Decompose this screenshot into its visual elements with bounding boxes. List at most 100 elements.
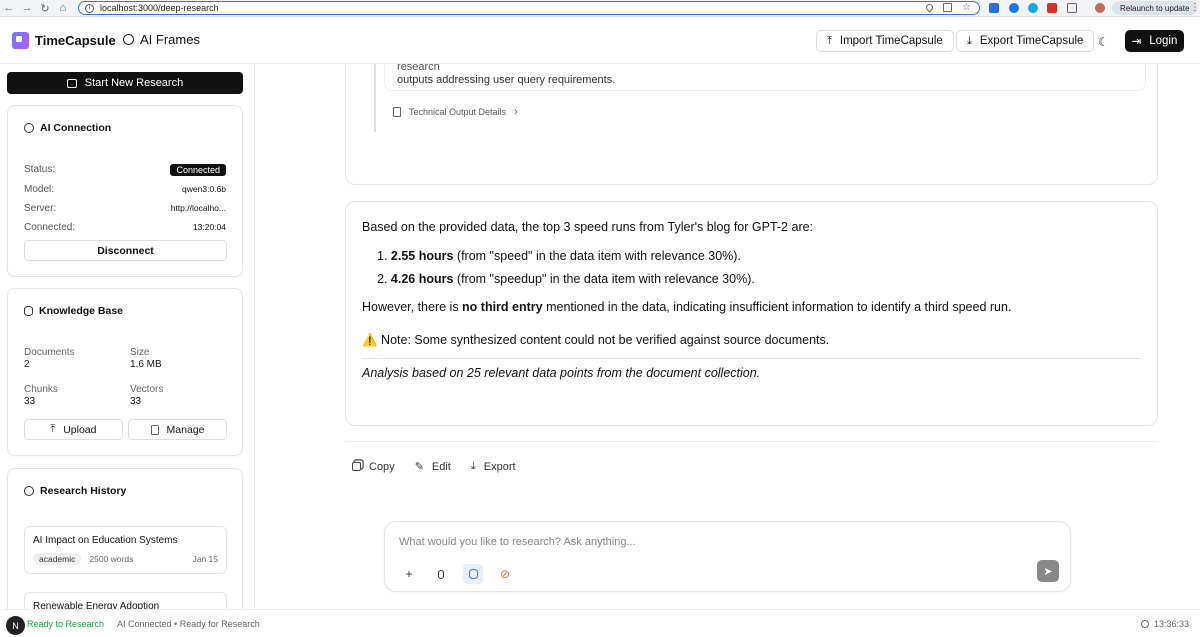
vectors-value: 33: [130, 396, 142, 407]
brand-name[interactable]: TimeCapsule: [35, 33, 116, 48]
history-item-title: Renewable Energy Adoption: [33, 601, 160, 609]
site-info-icon[interactable]: i: [85, 3, 94, 13]
clock-icon: [123, 34, 134, 45]
login-button[interactable]: ⇥ Login: [1125, 30, 1184, 52]
send-button[interactable]: ➤: [1037, 560, 1059, 582]
history-item[interactable]: AI Impact on Education Systems academic …: [24, 526, 227, 574]
profile-avatar-icon[interactable]: [1095, 3, 1105, 13]
location-icon[interactable]: [924, 2, 935, 13]
knowledge-base-title: Knowledge Base: [24, 305, 123, 317]
chunks-stat: Chunks 33: [24, 384, 58, 407]
plus-icon[interactable]: +: [399, 564, 419, 584]
dark-mode-toggle-icon[interactable]: ☾: [1098, 35, 1109, 49]
research-history-title: Research History: [24, 485, 126, 497]
answer-list-item: 1. 2.55 hours (from "speed" in the data …: [377, 248, 1141, 264]
server-row: Server: http://localho...: [24, 203, 226, 214]
timecapsule-logo-icon: [12, 32, 29, 49]
forward-icon[interactable]: →: [18, 0, 36, 16]
address-bar[interactable]: i localhost:3000/deep-research ☆: [78, 1, 980, 15]
ai-connection-title-text: AI Connection: [40, 122, 112, 134]
user-avatar[interactable]: N: [6, 616, 25, 635]
export-timecapsule-button[interactable]: ⤓ Export TimeCapsule: [956, 30, 1095, 52]
list-number: 1.: [377, 249, 388, 263]
chevron-right-icon: ›: [514, 106, 518, 118]
extension-messenger-icon[interactable]: [1009, 3, 1019, 13]
vectors-label: Vectors: [130, 384, 164, 395]
import-timecapsule-button[interactable]: ⤒ Import TimeCapsule: [816, 30, 954, 52]
vectors-stat: Vectors 33: [130, 384, 163, 407]
list-number: 2.: [377, 272, 388, 286]
back-icon[interactable]: ←: [0, 0, 18, 16]
answer-intro: Based on the provided data, the top 3 sp…: [362, 220, 814, 234]
main-content: ✅ Completed advanced data synthesis and …: [256, 64, 1200, 609]
status-bar: N Ready to Research AI Connected • Ready…: [0, 609, 1200, 637]
reload-icon[interactable]: ↻: [36, 0, 54, 16]
research-input[interactable]: What would you like to research? Ask any…: [399, 536, 636, 548]
download-icon: ⤓: [470, 460, 476, 472]
browser-toolbar: ← → ↻ ⌂ i localhost:3000/deep-research ☆…: [0, 0, 1200, 17]
connected-row: Connected: 13:20:04: [24, 222, 226, 233]
export-button[interactable]: ⤓ Export: [471, 460, 516, 473]
extension-red-icon[interactable]: [1047, 3, 1057, 13]
answer-list: 1. 2.55 hours (from "speed" in the data …: [377, 248, 1141, 287]
documents-value: 2: [24, 359, 30, 370]
knowledge-base-toggle-icon[interactable]: [463, 564, 483, 584]
bookmark-star-icon[interactable]: ☆: [962, 3, 971, 13]
sidebar: Start New Research AI Connection Status:…: [0, 64, 255, 609]
relaunch-button[interactable]: Relaunch to update: [1112, 1, 1198, 15]
speed-run-value: 2.55 hours: [390, 249, 454, 263]
speed-run-value: 4.26 hours: [390, 272, 454, 286]
copy-icon: [352, 462, 361, 471]
copy-label: Copy: [369, 460, 395, 473]
pencil-icon: ✎: [414, 461, 424, 473]
previous-step-output: ✅ Completed advanced data synthesis and …: [384, 64, 1146, 91]
verification-warning: ⚠️ Note: Some synthesized content could …: [362, 333, 830, 347]
status-badge: Connected: [170, 164, 226, 176]
answer-text: mentioned in the data, indicating insuff…: [542, 300, 1012, 314]
history-item-words: 2500 words: [89, 554, 134, 564]
extension-cyan-icon[interactable]: [1028, 3, 1038, 13]
extension-blue-icon[interactable]: [989, 3, 999, 13]
size-label: Size: [130, 347, 150, 358]
documents-label: Documents: [24, 347, 75, 358]
copy-button[interactable]: Copy: [352, 460, 395, 473]
manage-label: Manage: [166, 423, 205, 436]
size-value: 1.6 MB: [130, 359, 162, 370]
history-item[interactable]: Renewable Energy Adoption: [24, 592, 227, 609]
clock-icon: [1140, 620, 1149, 628]
message-square-icon: [66, 78, 77, 88]
current-time: 13:36:33: [1153, 619, 1189, 629]
edit-button[interactable]: ✎ Edit: [414, 460, 451, 474]
disconnect-button[interactable]: Disconnect: [24, 240, 227, 261]
status-time: 13:36:33: [1140, 619, 1189, 629]
app-header: TimeCapsule AI Frames ⤒ Import TimeCapsu…: [0, 17, 1200, 64]
ai-frames-link[interactable]: AI Frames: [123, 32, 200, 47]
upload-icon: ⤒: [827, 34, 832, 47]
web-search-off-icon[interactable]: ⊘: [495, 564, 515, 584]
model-label: Model:: [24, 184, 55, 195]
ai-connection-card: AI Connection Status: Connected Model: q…: [7, 105, 243, 277]
message-actions: Copy ✎ Edit ⤓ Export: [352, 460, 516, 473]
connected-label: Connected:: [24, 222, 76, 233]
cast-icon[interactable]: [943, 3, 952, 12]
history-clock-icon: [24, 486, 34, 496]
microphone-icon[interactable]: [431, 564, 451, 584]
research-history-card: Research History AI Impact on Education …: [7, 468, 243, 609]
upload-button[interactable]: ⤒ Upload: [24, 419, 123, 440]
history-item-title: AI Impact on Education Systems: [33, 535, 178, 546]
previous-message-card: ✅ Completed advanced data synthesis and …: [345, 64, 1158, 185]
research-composer: What would you like to research? Ask any…: [384, 521, 1071, 592]
home-icon[interactable]: ⌂: [54, 0, 72, 16]
import-label: Import TimeCapsule: [839, 35, 943, 47]
research-history-title-text: Research History: [40, 485, 127, 497]
browser-menu-icon[interactable]: ⋮: [1190, 2, 1200, 13]
technical-output-label: Technical Output Details: [409, 107, 507, 117]
manage-button[interactable]: Manage: [128, 419, 227, 440]
server-value: http://localho...: [170, 203, 226, 213]
technical-output-details-toggle[interactable]: Technical Output Details ›: [393, 106, 518, 118]
start-new-research-button[interactable]: Start New Research: [7, 72, 243, 94]
check-circle-icon: [24, 123, 34, 133]
history-item-date: Jan 15: [192, 554, 218, 564]
answer-paragraph: However, there is no third entry mention…: [362, 299, 1141, 315]
extensions-puzzle-icon[interactable]: [1067, 3, 1077, 13]
